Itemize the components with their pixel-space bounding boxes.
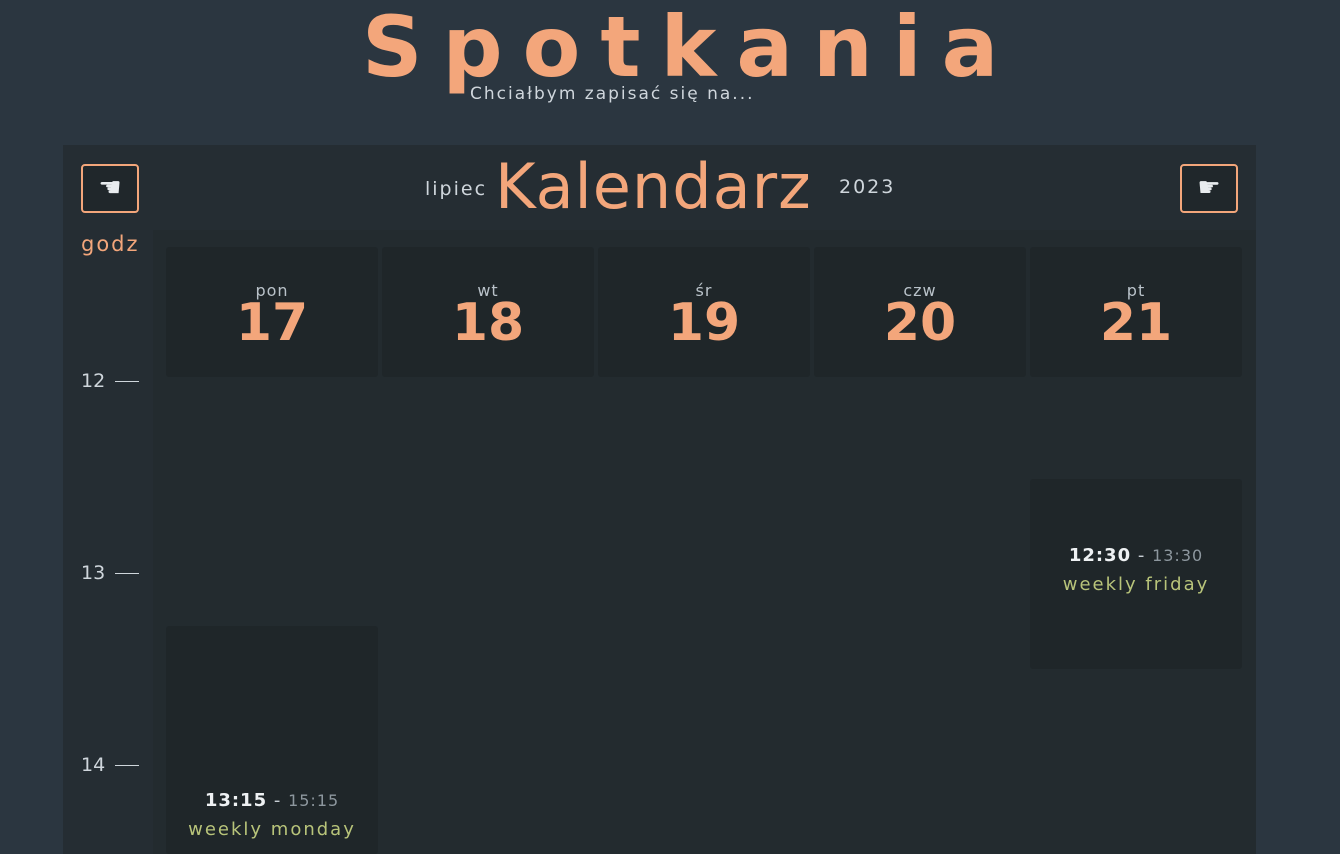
calendar-title: Kalendarz bbox=[495, 150, 812, 223]
calendar-month: lipiec bbox=[425, 178, 488, 200]
site-title: Spotkania bbox=[362, 0, 1019, 96]
event-weekly-monday[interactable]: 13:15 - 15:15 weekly monday bbox=[166, 626, 378, 854]
day-header-tue: wt 18 bbox=[382, 247, 594, 377]
day-header-wed: śr 19 bbox=[598, 247, 810, 377]
day-number: 21 bbox=[1099, 293, 1173, 353]
event-weekly-friday[interactable]: 12:30 - 13:30 weekly friday bbox=[1030, 479, 1242, 669]
hours-label: godz bbox=[81, 232, 140, 256]
hour-mark: 13 bbox=[81, 562, 140, 584]
hour-mark: 14 bbox=[81, 754, 140, 776]
calendar-title-row: ☚ lipiec Kalendarz 2023 ☛ bbox=[63, 145, 1256, 230]
hand-right-icon: ☛ bbox=[1197, 173, 1221, 203]
day-number: 19 bbox=[667, 293, 741, 353]
page-header: Spotkania Chciałbym zapisać się na... bbox=[0, 0, 1340, 130]
hour-mark: 12 bbox=[81, 370, 140, 392]
day-header-mon: pon 17 bbox=[166, 247, 378, 377]
day-header-fri: pt 21 bbox=[1030, 247, 1242, 377]
event-title: weekly monday bbox=[188, 819, 356, 840]
hours-column: godz 12 13 14 bbox=[63, 230, 153, 854]
day-number: 18 bbox=[451, 293, 525, 353]
event-time: 13:15 - 15:15 bbox=[204, 790, 340, 811]
calendar-year: 2023 bbox=[839, 176, 896, 198]
day-header-thu: czw 20 bbox=[814, 247, 1026, 377]
week-grid: pon 17 wt 18 śr 19 czw 20 pt 21 12:30 - … bbox=[153, 230, 1256, 854]
event-time: 12:30 - 13:30 bbox=[1068, 545, 1204, 566]
next-week-button[interactable]: ☛ bbox=[1180, 164, 1238, 213]
prev-week-button[interactable]: ☚ bbox=[81, 164, 139, 213]
site-subtitle: Chciałbym zapisać się na... bbox=[470, 84, 755, 104]
hand-left-icon: ☚ bbox=[98, 173, 122, 203]
calendar-panel: ☚ lipiec Kalendarz 2023 ☛ godz 12 13 14 … bbox=[63, 145, 1256, 854]
event-title: weekly friday bbox=[1062, 574, 1210, 595]
day-number: 17 bbox=[235, 293, 309, 353]
day-number: 20 bbox=[883, 293, 957, 353]
